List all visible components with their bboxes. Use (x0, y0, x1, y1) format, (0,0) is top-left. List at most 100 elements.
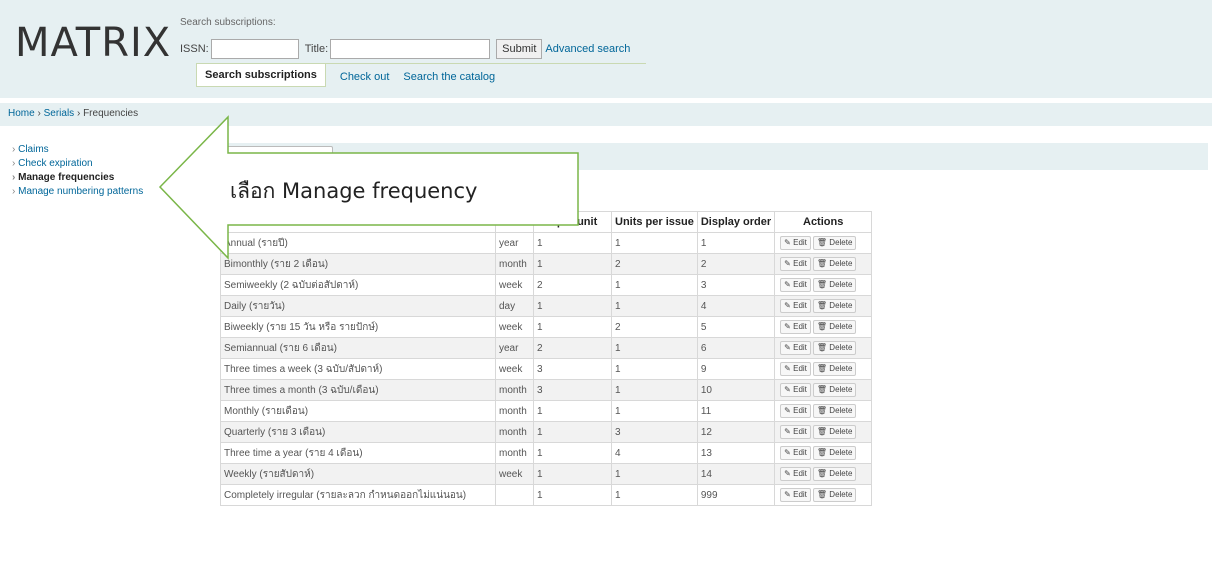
pencil-icon: ✎ (784, 427, 791, 436)
edit-button[interactable]: ✎ Edit (780, 404, 811, 418)
tab-search-catalog[interactable]: Search the catalog (403, 71, 495, 83)
delete-button[interactable]: 🗑 Delete (812, 257, 857, 271)
trash-icon: 🗑 (816, 259, 828, 268)
cell-issues-per-unit: 1 (533, 232, 612, 254)
edit-button[interactable]: ✎ Edit (780, 341, 811, 355)
edit-button[interactable]: ✎ Edit (780, 383, 811, 397)
delete-button[interactable]: 🗑 Delete (812, 341, 857, 355)
delete-button[interactable]: 🗑 Delete (812, 446, 857, 460)
delete-button[interactable]: 🗑 Delete (812, 299, 857, 313)
delete-button[interactable]: 🗑 Delete (812, 320, 857, 334)
cell-display-order: 6 (696, 337, 776, 359)
delete-button[interactable]: 🗑 Delete (812, 278, 857, 292)
frequencies-table-wrap: s per unit Units per issue Display order… (220, 211, 873, 506)
matrix-logo[interactable]: MATRIX (15, 20, 171, 66)
cell-unit (495, 484, 534, 506)
advanced-search-link[interactable]: Advanced search (545, 43, 630, 55)
pencil-icon: ✎ (784, 364, 791, 373)
table-row: Annual (รายปี) year 1 1 1 ✎ Edit 🗑 Delete (220, 232, 873, 254)
sidebar-item-manage-numbering-patterns[interactable]: Manage numbering patterns (12, 186, 143, 198)
pencil-icon: ✎ (784, 385, 791, 394)
cell-units-per-issue: 2 (611, 316, 698, 338)
tab-check-out[interactable]: Check out (340, 71, 390, 83)
trash-icon: 🗑 (816, 238, 828, 247)
submit-button[interactable]: Submit (496, 39, 543, 59)
cell-issues-per-unit: 1 (533, 421, 612, 443)
issn-input[interactable] (210, 39, 299, 59)
sidebar-item-manage-frequencies[interactable]: Manage frequencies (12, 172, 143, 184)
edit-label: Edit (793, 427, 807, 436)
edit-button[interactable]: ✎ Edit (780, 236, 811, 250)
edit-button[interactable]: ✎ Edit (780, 446, 811, 460)
pencil-icon: ✎ (784, 322, 791, 331)
cell-unit: week (495, 316, 534, 338)
delete-button[interactable]: 🗑 Delete (812, 404, 857, 418)
cell-unit: month (495, 442, 534, 464)
delete-button[interactable]: 🗑 Delete (812, 488, 857, 502)
cell-actions: ✎ Edit 🗑 Delete (774, 232, 873, 254)
cell-unit: month (495, 421, 534, 443)
breadcrumb-serials[interactable]: Serials (44, 108, 75, 119)
edit-label: Edit (793, 448, 807, 457)
cell-actions: ✎ Edit 🗑 Delete (774, 253, 873, 275)
delete-button[interactable]: 🗑 Delete (812, 236, 857, 250)
cell-description: Three time a year (ราย 4 เดือน) (220, 442, 496, 464)
cell-actions: ✎ Edit 🗑 Delete (774, 400, 873, 422)
delete-label: Delete (829, 280, 853, 289)
trash-icon: 🗑 (816, 427, 828, 436)
cell-display-order: 2 (696, 253, 776, 275)
breadcrumb-current: Frequencies (83, 108, 139, 119)
cell-description: Completely irregular (รายละลวก กำหนดออกไ… (220, 484, 496, 506)
cell-description: Weekly (รายสัปดาห์) (220, 463, 496, 485)
delete-button[interactable]: 🗑 Delete (812, 383, 857, 397)
cell-display-order: 5 (696, 316, 776, 338)
delete-button[interactable]: 🗑 Delete (812, 425, 857, 439)
cell-display-order: 14 (696, 463, 776, 485)
edit-button[interactable]: ✎ Edit (780, 299, 811, 313)
cell-issues-per-unit: 1 (533, 316, 612, 338)
cell-actions: ✎ Edit 🗑 Delete (774, 358, 873, 380)
sidebar-item-check-expiration[interactable]: Check expiration (12, 158, 143, 170)
cell-description: Daily (รายวัน) (220, 295, 496, 317)
toolbar (220, 143, 1208, 170)
title-input[interactable] (330, 39, 491, 59)
edit-label: Edit (793, 364, 807, 373)
breadcrumb-home[interactable]: Home (8, 108, 35, 119)
edit-button[interactable]: ✎ Edit (780, 425, 811, 439)
delete-button[interactable]: 🗑 Delete (812, 362, 857, 376)
cell-units-per-issue: 2 (611, 253, 698, 275)
cell-display-order: 13 (696, 442, 776, 464)
cell-units-per-issue: 3 (611, 421, 698, 443)
new-frequency-button[interactable] (223, 146, 333, 166)
cell-actions: ✎ Edit 🗑 Delete (774, 484, 873, 506)
pencil-icon: ✎ (784, 280, 791, 289)
table-row: Completely irregular (รายละลวก กำหนดออกไ… (220, 484, 873, 506)
sidebar-item-claims[interactable]: Claims (12, 144, 143, 156)
edit-button[interactable]: ✎ Edit (780, 362, 811, 376)
delete-button[interactable]: 🗑 Delete (812, 467, 857, 481)
edit-button[interactable]: ✎ Edit (780, 467, 811, 481)
cell-unit: year (495, 232, 534, 254)
delete-label: Delete (829, 322, 853, 331)
edit-button[interactable]: ✎ Edit (780, 257, 811, 271)
cell-issues-per-unit: 1 (533, 295, 612, 317)
cell-actions: ✎ Edit 🗑 Delete (774, 295, 873, 317)
trash-icon: 🗑 (816, 490, 828, 499)
pencil-icon: ✎ (784, 469, 791, 478)
edit-button[interactable]: ✎ Edit (780, 320, 811, 334)
cell-issues-per-unit: 2 (533, 274, 612, 296)
delete-label: Delete (829, 364, 853, 373)
cell-units-per-issue: 1 (611, 463, 698, 485)
tab-search-subscriptions[interactable]: Search subscriptions (196, 64, 326, 87)
delete-label: Delete (829, 259, 853, 268)
edit-button[interactable]: ✎ Edit (780, 278, 811, 292)
header-display-order: Display order (696, 211, 776, 233)
table-row: Quarterly (ราย 3 เดือน) month 1 3 12 ✎ Edit 🗑 … (220, 421, 873, 443)
cell-display-order: 11 (696, 400, 776, 422)
edit-button[interactable]: ✎ Edit (780, 488, 811, 502)
cell-units-per-issue: 1 (611, 232, 698, 254)
trash-icon: 🗑 (816, 469, 828, 478)
pencil-icon: ✎ (784, 259, 791, 268)
cell-description: Three times a week (3 ฉบับ/สัปดาห์) (220, 358, 496, 380)
table-row: Weekly (รายสัปดาห์) week 1 1 14 ✎ Edit 🗑 Delet… (220, 463, 873, 485)
